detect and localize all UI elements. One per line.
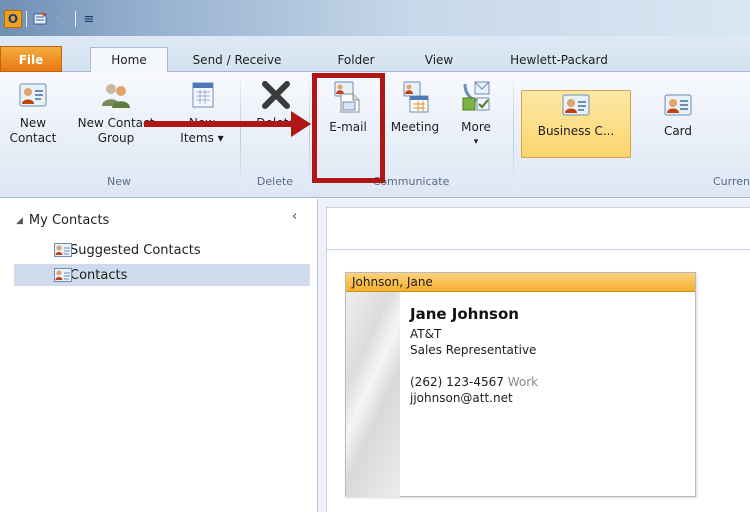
business-card-label: Business C... xyxy=(537,124,615,138)
contact-phone-row: (262) 123-4567 Work xyxy=(410,374,538,390)
new-items-label-2: Items ▾ xyxy=(180,131,224,145)
business-card-icon xyxy=(562,94,590,116)
chevron-down-icon: ▾ xyxy=(473,137,479,147)
send-receive-all-icon[interactable] xyxy=(31,10,49,28)
tab-home[interactable]: Home xyxy=(90,47,168,73)
group-label-delete: Delete xyxy=(256,175,294,188)
contact-company: AT&T xyxy=(410,327,442,341)
new-items-button[interactable]: New Items ▾ xyxy=(176,80,228,146)
group-new: New Contact New Contact Group New Items … xyxy=(0,78,238,188)
title-bar: O ≡ xyxy=(0,0,750,36)
view-header-bar xyxy=(326,207,750,250)
tab-file[interactable]: File xyxy=(0,46,62,72)
contact-title: Sales Representative xyxy=(410,343,537,357)
card-details: Jane Johnson AT&T Sales Representative (… xyxy=(410,305,538,406)
quick-access-toolbar: O ≡ xyxy=(4,8,98,30)
more-communicate-icon xyxy=(462,81,490,111)
navigation-pane: ◢ My Contacts ‹ Suggested Contacts Conta… xyxy=(0,199,318,512)
my-contacts-header[interactable]: ◢ My Contacts xyxy=(16,213,109,228)
business-card-view-content[interactable]: Business C... xyxy=(521,92,631,139)
outlook-app-icon[interactable]: O xyxy=(4,10,22,28)
card-view-button[interactable]: Card xyxy=(645,92,711,139)
group-current-view: Business C... Card Curren xyxy=(515,78,750,188)
contact-group-icon xyxy=(102,84,130,108)
contact-card-icon xyxy=(19,83,47,107)
qat-separator xyxy=(75,11,76,27)
expand-triangle-icon[interactable]: ◢ xyxy=(16,216,23,226)
undo-icon[interactable] xyxy=(53,10,71,28)
card-side-graphic xyxy=(346,292,400,497)
delete-x-icon xyxy=(262,81,290,109)
collapse-pane-icon[interactable]: ‹ xyxy=(292,209,297,224)
my-contacts-label: My Contacts xyxy=(28,213,110,228)
tab-folder[interactable]: Folder xyxy=(326,48,386,72)
qat-separator xyxy=(26,11,27,27)
more-label: More xyxy=(461,120,491,134)
group-label-new: New xyxy=(107,175,131,188)
new-contact-label-2: Contact xyxy=(9,131,57,145)
tab-hewlett-packard[interactable]: Hewlett-Packard xyxy=(494,48,624,72)
more-button[interactable]: More ▾ xyxy=(451,80,501,150)
annotation-arrow-shaft xyxy=(144,121,294,127)
card-label: Card xyxy=(663,124,693,138)
ribbon-divider xyxy=(513,80,514,190)
meeting-button[interactable]: Meeting xyxy=(385,80,445,135)
customize-qat-icon[interactable]: ≡ xyxy=(80,10,98,28)
group-label-current-view: Curren xyxy=(712,175,750,188)
nav-item-contacts[interactable]: Contacts xyxy=(14,264,310,286)
contact-phone-type: Work xyxy=(507,375,539,389)
new-contact-button[interactable]: New Contact xyxy=(6,80,60,146)
email-highlight-box xyxy=(312,73,385,183)
meeting-label: Meeting xyxy=(390,120,440,134)
suggested-contacts-label: Suggested Contacts xyxy=(70,242,201,258)
meeting-icon xyxy=(403,81,429,113)
contacts-folder-icon xyxy=(54,268,72,282)
contact-email[interactable]: jjohnson@att.net xyxy=(410,390,538,406)
ribbon-divider xyxy=(240,80,241,190)
ribbon-tab-row: File Home Send / Receive Folder View Hew… xyxy=(0,36,750,73)
nav-item-suggested-contacts[interactable]: Suggested Contacts xyxy=(14,239,310,261)
tab-view[interactable]: View xyxy=(414,48,464,72)
new-contact-group-button[interactable]: New Contact Group xyxy=(74,80,158,146)
new-items-icon xyxy=(192,82,214,108)
contact-name: Jane Johnson xyxy=(410,305,519,323)
card-header: Johnson, Jane xyxy=(346,273,695,292)
card-view-icon xyxy=(664,94,692,116)
tab-send-receive[interactable]: Send / Receive xyxy=(186,48,288,72)
business-card[interactable]: Johnson, Jane Jane Johnson AT&T Sales Re… xyxy=(345,272,696,497)
contact-phone: (262) 123-4567 xyxy=(410,375,504,389)
annotation-arrow-head xyxy=(291,111,311,137)
new-contact-group-label-2: Group xyxy=(97,131,135,145)
contacts-folder-icon xyxy=(54,243,72,257)
new-contact-label-1: New xyxy=(19,116,47,130)
